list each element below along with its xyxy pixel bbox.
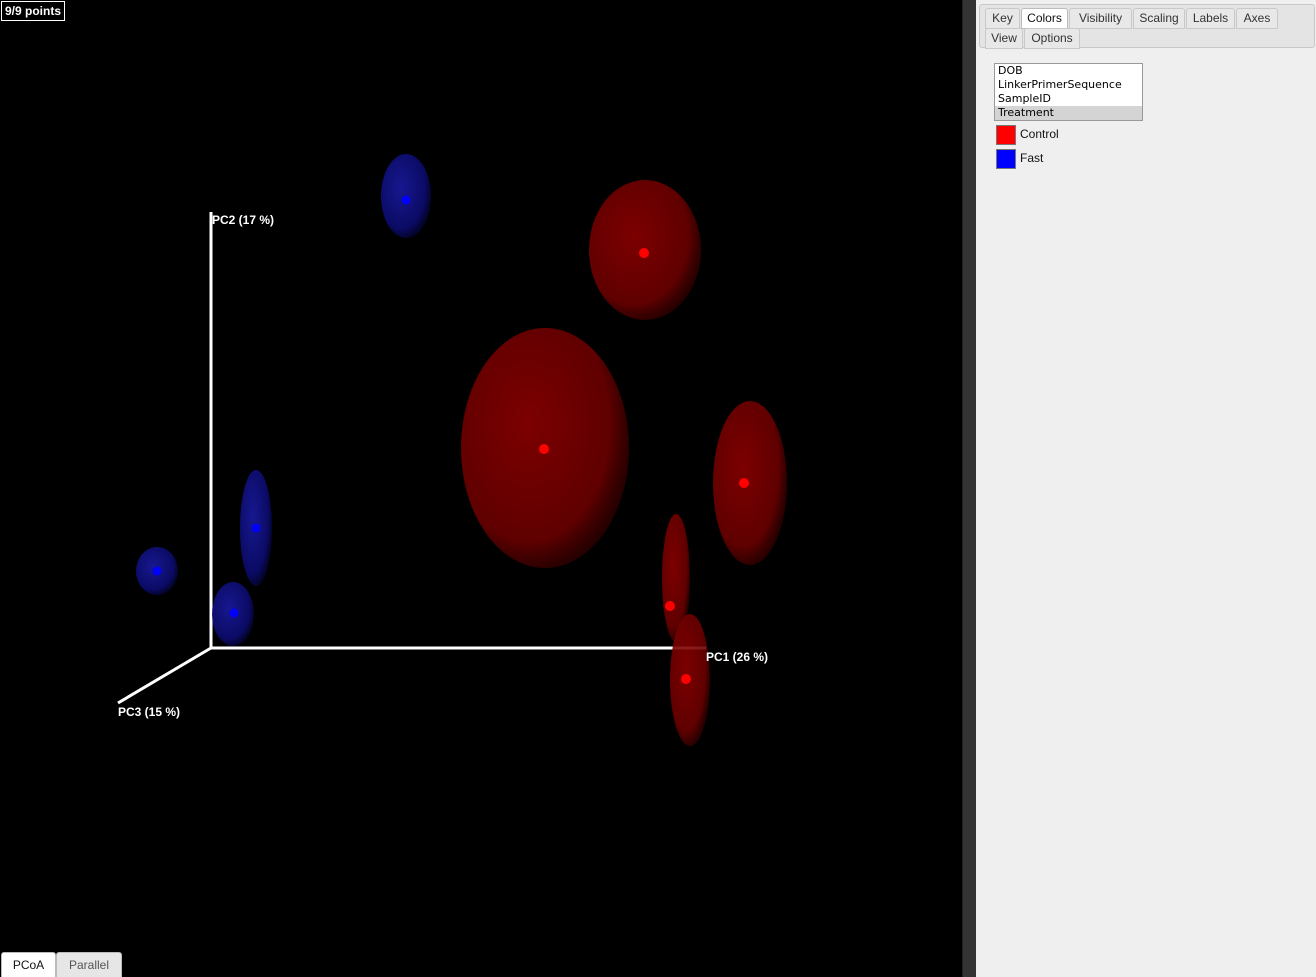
panel-splitter[interactable] [962,0,977,977]
pcoa-plot-area[interactable]: PC2 (17 %) PC1 (26 %) PC3 (15 %) 9/9 poi… [0,0,962,977]
sample-point-control[interactable] [681,674,691,684]
category-option-treatment[interactable]: Treatment [995,106,1142,120]
tab-pcoa[interactable]: PCoA [1,952,56,977]
sample-point-control[interactable] [539,444,549,454]
sample-point-control[interactable] [639,248,649,258]
legend-label-control: Control [1020,127,1059,141]
color-category-list[interactable]: DOB LinkerPrimerSequence SampleID Treatm… [994,63,1143,121]
legend-label-fast: Fast [1020,151,1044,165]
tab-key[interactable]: Key [985,8,1020,29]
tab-view[interactable]: View [985,28,1023,49]
tab-parallel[interactable]: Parallel [56,952,122,977]
color-swatch-fast[interactable] [996,149,1016,169]
sample-point-fast[interactable] [152,566,162,576]
tab-colors[interactable]: Colors [1021,8,1068,29]
category-option-linkerprimersequence[interactable]: LinkerPrimerSequence [995,78,1142,92]
sample-point-control[interactable] [665,601,675,611]
points-count-badge: 9/9 points [1,1,66,21]
category-option-sampleid[interactable]: SampleID [995,92,1142,106]
sample-point-fast[interactable] [401,195,411,205]
sample-point-fast[interactable] [229,608,239,618]
tab-visibility[interactable]: Visibility [1069,8,1132,29]
side-panel-tabs: Key Colors Visibility Scaling Labels Axe… [979,4,1315,49]
side-panel: Key Colors Visibility Scaling Labels Axe… [976,0,1316,977]
pc2-axis-label: PC2 (17 %) [212,213,274,227]
pc3-axis-label: PC3 (15 %) [118,705,180,719]
pcoa-3d-scatter[interactable]: PC2 (17 %) PC1 (26 %) PC3 (15 %) [0,0,962,977]
tab-labels[interactable]: Labels [1186,8,1235,29]
sample-point-control[interactable] [739,478,749,488]
sample-point-fast[interactable] [251,523,261,533]
confidence-ellipsoid-control [713,401,787,565]
pc3-axis-line [117,646,212,705]
tab-scaling[interactable]: Scaling [1133,8,1185,29]
ellipses-group [136,154,787,746]
tab-axes[interactable]: Axes [1236,8,1278,29]
color-swatch-control[interactable] [996,125,1016,145]
tab-options[interactable]: Options [1024,28,1080,49]
category-option-dob[interactable]: DOB [995,64,1142,78]
pc1-axis-label: PC1 (26 %) [706,650,768,664]
